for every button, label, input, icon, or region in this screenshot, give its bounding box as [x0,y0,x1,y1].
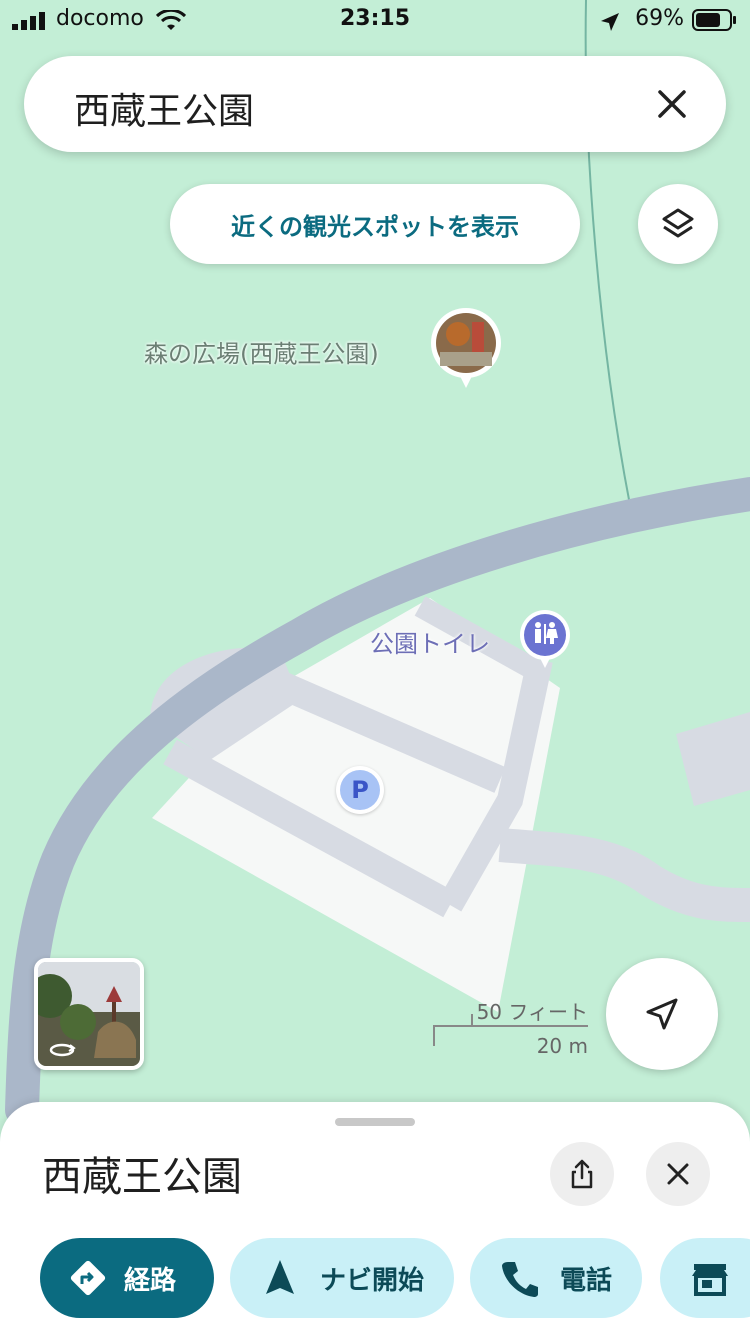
battery-percent: 69% [635,6,684,31]
parking-pin[interactable]: P [336,766,384,814]
store-button[interactable] [660,1238,750,1318]
search-query[interactable]: 西蔵王公園 [74,82,254,134]
street-view-thumbnail[interactable] [34,958,144,1070]
parking-icon: P [340,770,380,810]
restroom-pin-icon[interactable] [520,610,570,670]
my-location-button[interactable] [606,958,718,1070]
store-icon [688,1256,732,1300]
call-label: 電話 [560,1265,613,1296]
close-sheet-button[interactable] [646,1142,710,1206]
call-button[interactable]: 電話 [470,1238,642,1318]
layers-button[interactable] [638,184,718,264]
clear-search-icon[interactable] [646,78,698,130]
share-icon [571,1159,593,1189]
location-services-icon [601,13,619,31]
directions-label: 経路 [124,1265,177,1296]
directions-icon [66,1256,110,1300]
place-title: 西蔵王公園 [42,1154,242,1200]
close-icon [667,1163,689,1185]
start-navigation-button[interactable]: ナビ開始 [230,1238,454,1318]
start-navigation-label: ナビ開始 [320,1265,425,1296]
scale-feet: 50 フィート [476,1000,588,1024]
nearby-spots-button[interactable]: 近くの観光スポットを表示 [170,184,580,264]
scale-meters: 20 m [536,1034,588,1058]
share-button[interactable] [550,1142,614,1206]
directions-button[interactable]: 経路 [40,1238,214,1318]
poi-forest-plaza-photo-pin[interactable] [430,308,502,390]
phone-icon [498,1256,542,1300]
navigation-arrow-icon [258,1256,302,1300]
search-bar[interactable]: 西蔵王公園 [24,56,726,152]
map-scale: 50 フィート 20 m [432,996,592,1060]
poi-forest-plaza-label[interactable]: 森の広場(西蔵王公園) [144,334,379,369]
sheet-drag-handle[interactable] [335,1118,415,1126]
battery-icon [692,9,736,31]
navigation-arrow-outline-icon [646,998,678,1030]
place-bottom-sheet[interactable]: 西蔵王公園 経路 ナビ開始 電話 [0,1102,750,1334]
layers-icon [662,208,694,238]
status-bar: docomo 23:15 69% [0,0,750,44]
poi-toilet-label[interactable]: 公園トイレ [370,624,490,659]
